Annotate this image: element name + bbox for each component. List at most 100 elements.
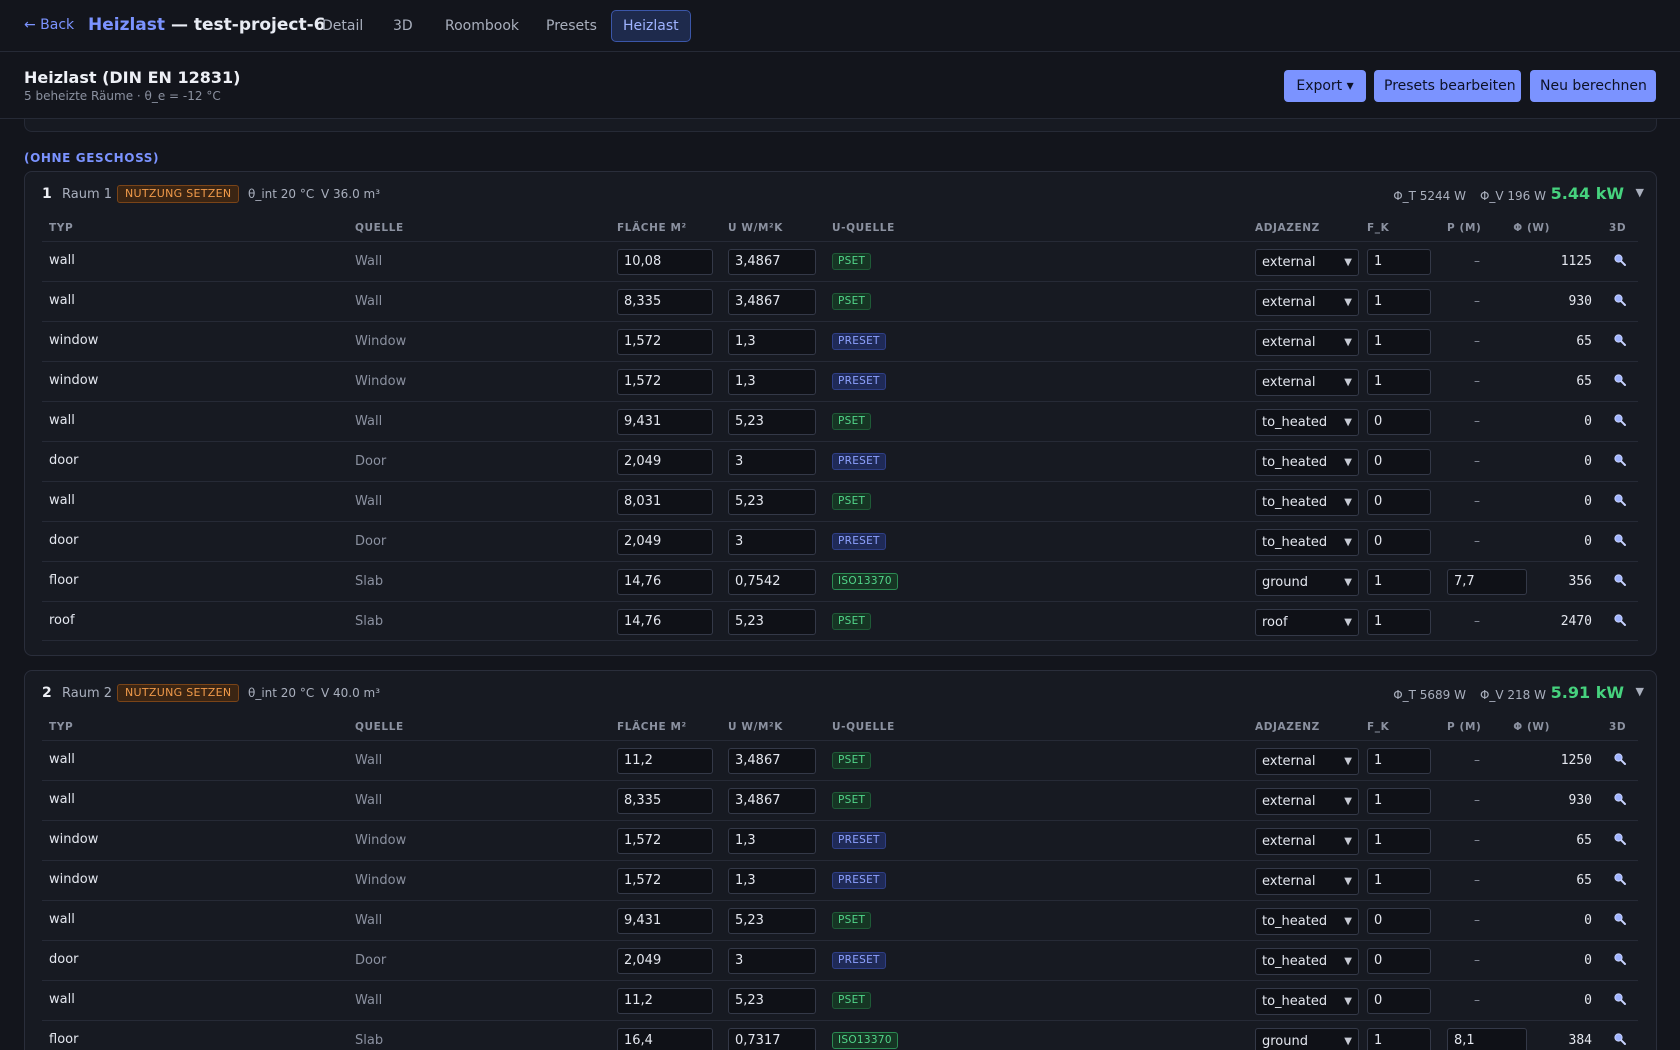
export-button[interactable]: Export ▾ bbox=[1284, 70, 1366, 102]
u-value-input[interactable]: 5,23 bbox=[728, 988, 816, 1014]
adjacency-select[interactable]: external ▼ bbox=[1255, 788, 1359, 815]
adjacency-select[interactable]: to_heated ▼ bbox=[1255, 449, 1359, 476]
adjacency-select[interactable]: external ▼ bbox=[1255, 289, 1359, 316]
area-input[interactable]: 1,572 bbox=[617, 828, 713, 854]
back-link[interactable]: ← Back bbox=[24, 17, 74, 33]
magnifier-icon[interactable] bbox=[1613, 912, 1627, 926]
edit-presets-button[interactable]: Presets bearbeiten bbox=[1374, 70, 1521, 102]
magnifier-icon[interactable] bbox=[1613, 1032, 1627, 1046]
area-input[interactable]: 14,76 bbox=[617, 569, 713, 595]
fk-input[interactable]: 1 bbox=[1367, 569, 1431, 595]
collapse-chevron-icon[interactable]: ▼ bbox=[1636, 685, 1644, 698]
collapse-chevron-icon[interactable]: ▼ bbox=[1636, 186, 1644, 199]
u-value-input[interactable]: 5,23 bbox=[728, 609, 816, 635]
area-input[interactable]: 8,335 bbox=[617, 289, 713, 315]
adjacency-select[interactable]: external ▼ bbox=[1255, 868, 1359, 895]
recalculate-button[interactable]: Neu berechnen bbox=[1530, 70, 1656, 102]
u-value-input[interactable]: 5,23 bbox=[728, 409, 816, 435]
fk-input[interactable]: 0 bbox=[1367, 449, 1431, 475]
area-input[interactable]: 11,2 bbox=[617, 988, 713, 1014]
tab-roombook[interactable]: Roombook bbox=[434, 10, 530, 42]
magnifier-icon[interactable] bbox=[1613, 752, 1627, 766]
adjacency-select[interactable]: to_heated ▼ bbox=[1255, 529, 1359, 556]
room-header[interactable]: 1 Raum 1 NUTZUNG SETZEN θ_int 20 °C V 36.0 m… bbox=[25, 172, 1656, 216]
magnifier-icon[interactable] bbox=[1613, 373, 1627, 387]
area-input[interactable]: 8,031 bbox=[617, 489, 713, 515]
area-input[interactable]: 9,431 bbox=[617, 409, 713, 435]
magnifier-icon[interactable] bbox=[1613, 293, 1627, 307]
u-value-input[interactable]: 0,7542 bbox=[728, 569, 816, 595]
fk-input[interactable]: 1 bbox=[1367, 868, 1431, 894]
adjacency-select[interactable]: external ▼ bbox=[1255, 369, 1359, 396]
adjacency-select[interactable]: ground ▼ bbox=[1255, 569, 1359, 596]
perimeter-input[interactable]: 7,7 bbox=[1447, 569, 1527, 595]
tab-heizlast[interactable]: Heizlast bbox=[611, 10, 691, 42]
fk-input[interactable]: 1 bbox=[1367, 249, 1431, 275]
fk-input[interactable]: 1 bbox=[1367, 828, 1431, 854]
area-input[interactable]: 2,049 bbox=[617, 948, 713, 974]
area-input[interactable]: 14,76 bbox=[617, 609, 713, 635]
adjacency-select[interactable]: external ▼ bbox=[1255, 249, 1359, 276]
area-input[interactable]: 2,049 bbox=[617, 449, 713, 475]
tab-presets[interactable]: Presets bbox=[535, 10, 608, 42]
magnifier-icon[interactable] bbox=[1613, 533, 1627, 547]
fk-input[interactable]: 1 bbox=[1367, 1028, 1431, 1050]
fk-input[interactable]: 1 bbox=[1367, 369, 1431, 395]
u-value-input[interactable]: 1,3 bbox=[728, 369, 816, 395]
magnifier-icon[interactable] bbox=[1613, 453, 1627, 467]
magnifier-icon[interactable] bbox=[1613, 493, 1627, 507]
adjacency-select[interactable]: external ▼ bbox=[1255, 748, 1359, 775]
u-value-input[interactable]: 3,4867 bbox=[728, 249, 816, 275]
u-value-input[interactable]: 5,23 bbox=[728, 908, 816, 934]
area-input[interactable]: 10,08 bbox=[617, 249, 713, 275]
adjacency-select[interactable]: ground ▼ bbox=[1255, 1028, 1359, 1050]
magnifier-icon[interactable] bbox=[1613, 992, 1627, 1006]
u-value-input[interactable]: 3,4867 bbox=[728, 289, 816, 315]
fk-input[interactable]: 1 bbox=[1367, 788, 1431, 814]
magnifier-icon[interactable] bbox=[1613, 573, 1627, 587]
fk-input[interactable]: 0 bbox=[1367, 489, 1431, 515]
fk-input[interactable]: 0 bbox=[1367, 529, 1431, 555]
u-value-input[interactable]: 3,4867 bbox=[728, 788, 816, 814]
fk-input[interactable]: 1 bbox=[1367, 748, 1431, 774]
u-value-input[interactable]: 3 bbox=[728, 449, 816, 475]
fk-input[interactable]: 1 bbox=[1367, 329, 1431, 355]
tab-detail[interactable]: Detail bbox=[311, 10, 374, 42]
area-input[interactable]: 16,4 bbox=[617, 1028, 713, 1050]
magnifier-icon[interactable] bbox=[1613, 952, 1627, 966]
magnifier-icon[interactable] bbox=[1613, 832, 1627, 846]
adjacency-select[interactable]: to_heated ▼ bbox=[1255, 908, 1359, 935]
magnifier-icon[interactable] bbox=[1613, 413, 1627, 427]
area-input[interactable]: 1,572 bbox=[617, 369, 713, 395]
u-value-input[interactable]: 1,3 bbox=[728, 329, 816, 355]
set-usage-button[interactable]: NUTZUNG SETZEN bbox=[117, 684, 240, 702]
fk-input[interactable]: 0 bbox=[1367, 988, 1431, 1014]
fk-input[interactable]: 0 bbox=[1367, 409, 1431, 435]
magnifier-icon[interactable] bbox=[1613, 333, 1627, 347]
u-value-input[interactable]: 1,3 bbox=[728, 868, 816, 894]
u-value-input[interactable]: 0,7317 bbox=[728, 1028, 816, 1050]
set-usage-button[interactable]: NUTZUNG SETZEN bbox=[117, 185, 240, 203]
adjacency-select[interactable]: to_heated ▼ bbox=[1255, 948, 1359, 975]
magnifier-icon[interactable] bbox=[1613, 253, 1627, 267]
room-header[interactable]: 2 Raum 2 NUTZUNG SETZEN θ_int 20 °C V 40.0 m… bbox=[25, 671, 1656, 715]
area-input[interactable]: 2,049 bbox=[617, 529, 713, 555]
fk-input[interactable]: 1 bbox=[1367, 289, 1431, 315]
area-input[interactable]: 9,431 bbox=[617, 908, 713, 934]
magnifier-icon[interactable] bbox=[1613, 613, 1627, 627]
area-input[interactable]: 8,335 bbox=[617, 788, 713, 814]
fk-input[interactable]: 0 bbox=[1367, 948, 1431, 974]
perimeter-input[interactable]: 8,1 bbox=[1447, 1028, 1527, 1050]
magnifier-icon[interactable] bbox=[1613, 792, 1627, 806]
u-value-input[interactable]: 1,3 bbox=[728, 828, 816, 854]
u-value-input[interactable]: 3 bbox=[728, 529, 816, 555]
adjacency-select[interactable]: roof ▼ bbox=[1255, 609, 1359, 636]
area-input[interactable]: 11,2 bbox=[617, 748, 713, 774]
area-input[interactable]: 1,572 bbox=[617, 868, 713, 894]
adjacency-select[interactable]: to_heated ▼ bbox=[1255, 988, 1359, 1015]
fk-input[interactable]: 1 bbox=[1367, 609, 1431, 635]
tab-3d[interactable]: 3D bbox=[382, 10, 424, 42]
adjacency-select[interactable]: to_heated ▼ bbox=[1255, 489, 1359, 516]
u-value-input[interactable]: 3 bbox=[728, 948, 816, 974]
area-input[interactable]: 1,572 bbox=[617, 329, 713, 355]
